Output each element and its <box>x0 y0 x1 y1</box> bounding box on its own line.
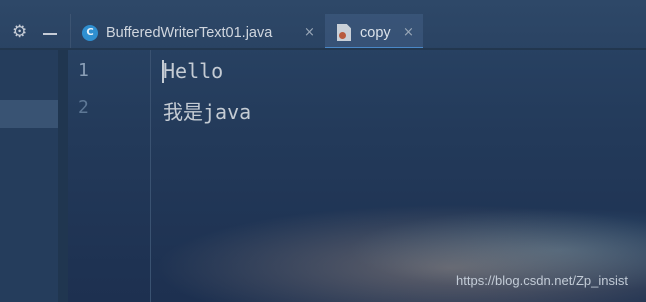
side-panel-strip <box>0 50 68 302</box>
toolbar-divider <box>70 14 71 50</box>
tab-bar: ⚙ C BufferedWriterText01.java × copy × <box>0 0 646 50</box>
line-number: 2 <box>78 97 89 118</box>
text-file-icon <box>337 24 351 41</box>
gutter-divider <box>150 50 151 302</box>
line-number-gutter: 1 2 <box>68 50 151 302</box>
code-line[interactable]: 我是java <box>163 96 251 125</box>
tab-copy[interactable]: copy × <box>325 14 423 50</box>
minus-icon[interactable] <box>43 33 57 35</box>
close-icon[interactable]: × <box>403 25 414 40</box>
close-icon[interactable]: × <box>304 25 315 40</box>
gear-icon[interactable]: ⚙ <box>12 24 27 41</box>
panel-edge[interactable] <box>58 50 68 302</box>
text-caret <box>162 60 164 83</box>
line-number: 1 <box>78 60 89 81</box>
code-line[interactable]: Hello <box>163 59 223 83</box>
panel-selection-highlight <box>0 100 58 128</box>
java-class-icon: C <box>82 25 98 41</box>
watermark: https://blog.csdn.net/Zp_insist <box>456 273 628 288</box>
tab-label: copy <box>360 25 391 41</box>
tab-bufferedwritertext01[interactable]: C BufferedWriterText01.java × <box>74 14 324 48</box>
tab-label: BufferedWriterText01.java <box>106 25 273 41</box>
